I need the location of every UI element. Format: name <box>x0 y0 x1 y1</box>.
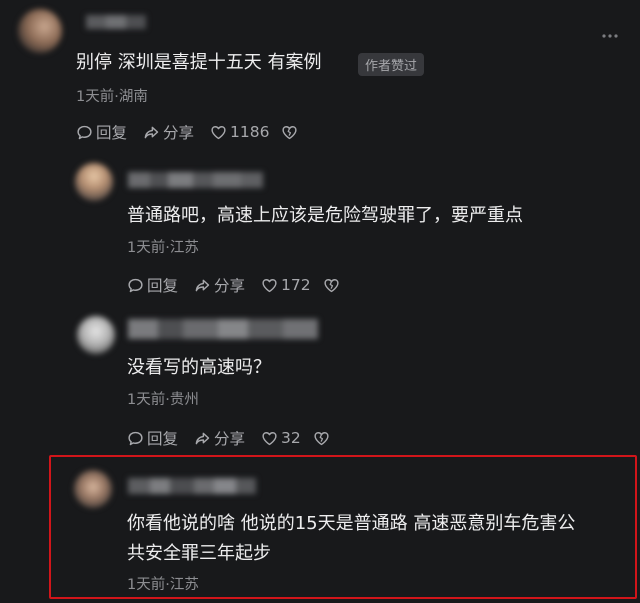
share-arrow-icon <box>144 126 159 138</box>
dislike-button[interactable] <box>281 124 301 141</box>
share-arrow-icon <box>195 279 210 291</box>
broken-heart-icon <box>282 125 298 139</box>
comment-meta: 1天前·湖南 <box>76 89 148 105</box>
reply-button[interactable]: 回复 <box>127 274 178 296</box>
comment-text: 别停 深圳是喜提十五天 有案例 <box>76 52 322 73</box>
comment-actions: 回复 分享 172 <box>127 274 343 296</box>
like-count: 172 <box>281 276 311 294</box>
comment-text: 普通路吧，高速上应该是危险驾驶罪了，要严重点 <box>127 205 523 226</box>
author-liked-badge: 作者赞过 <box>358 53 425 76</box>
share-button[interactable]: 分享 <box>194 274 245 296</box>
comment-text: 你看他说的啥 他说的15天是普通路 高速恶意别车危害公 <box>127 513 576 534</box>
avatar[interactable] <box>77 316 115 354</box>
comment-actions: 回复 分享 1186 <box>76 121 301 143</box>
broken-heart-icon <box>324 278 339 292</box>
like-button[interactable]: 172 <box>261 276 311 294</box>
reply-label: 回复 <box>147 277 179 295</box>
comment-meta: 1天前·贵州 <box>127 392 199 408</box>
username-masked[interactable] <box>128 478 256 494</box>
reply-button[interactable]: 回复 <box>76 121 127 143</box>
dislike-button[interactable] <box>323 277 343 294</box>
reply-label: 回复 <box>147 430 179 448</box>
avatar[interactable] <box>75 163 113 201</box>
share-button[interactable]: 分享 <box>194 427 245 449</box>
share-label: 分享 <box>214 430 246 448</box>
dislike-button[interactable] <box>313 430 333 447</box>
username-masked[interactable] <box>128 172 263 188</box>
like-button[interactable]: 32 <box>261 429 301 447</box>
comment-bubble-icon <box>128 278 143 292</box>
share-arrow-icon <box>195 432 210 444</box>
reply-button[interactable]: 回复 <box>127 427 178 449</box>
comment-text: 没看写的高速吗？ <box>127 357 271 378</box>
heart-icon <box>262 278 277 292</box>
more-dots-icon[interactable] <box>601 24 619 38</box>
broken-heart-icon <box>314 431 329 445</box>
heart-icon <box>262 431 277 445</box>
username-masked[interactable] <box>86 14 146 29</box>
comment-meta: 1天前·江苏 <box>127 577 199 593</box>
avatar[interactable] <box>18 9 62 53</box>
reply-label: 回复 <box>96 124 128 142</box>
comment-meta: 1天前·江苏 <box>127 240 199 256</box>
like-count: 32 <box>281 429 301 447</box>
comment-text-continued: 共安全罪三年起步 <box>127 543 271 564</box>
comment-actions: 回复 分享 32 <box>127 427 333 449</box>
comment-bubble-icon <box>128 431 143 445</box>
like-button[interactable]: 1186 <box>210 123 269 141</box>
username-masked[interactable] <box>128 319 318 339</box>
heart-icon <box>211 125 226 139</box>
share-label: 分享 <box>214 277 246 295</box>
like-count: 1186 <box>230 123 270 141</box>
comment-bubble-icon <box>77 125 92 139</box>
avatar[interactable] <box>74 470 112 508</box>
share-label: 分享 <box>163 124 195 142</box>
share-button[interactable]: 分享 <box>143 121 194 143</box>
